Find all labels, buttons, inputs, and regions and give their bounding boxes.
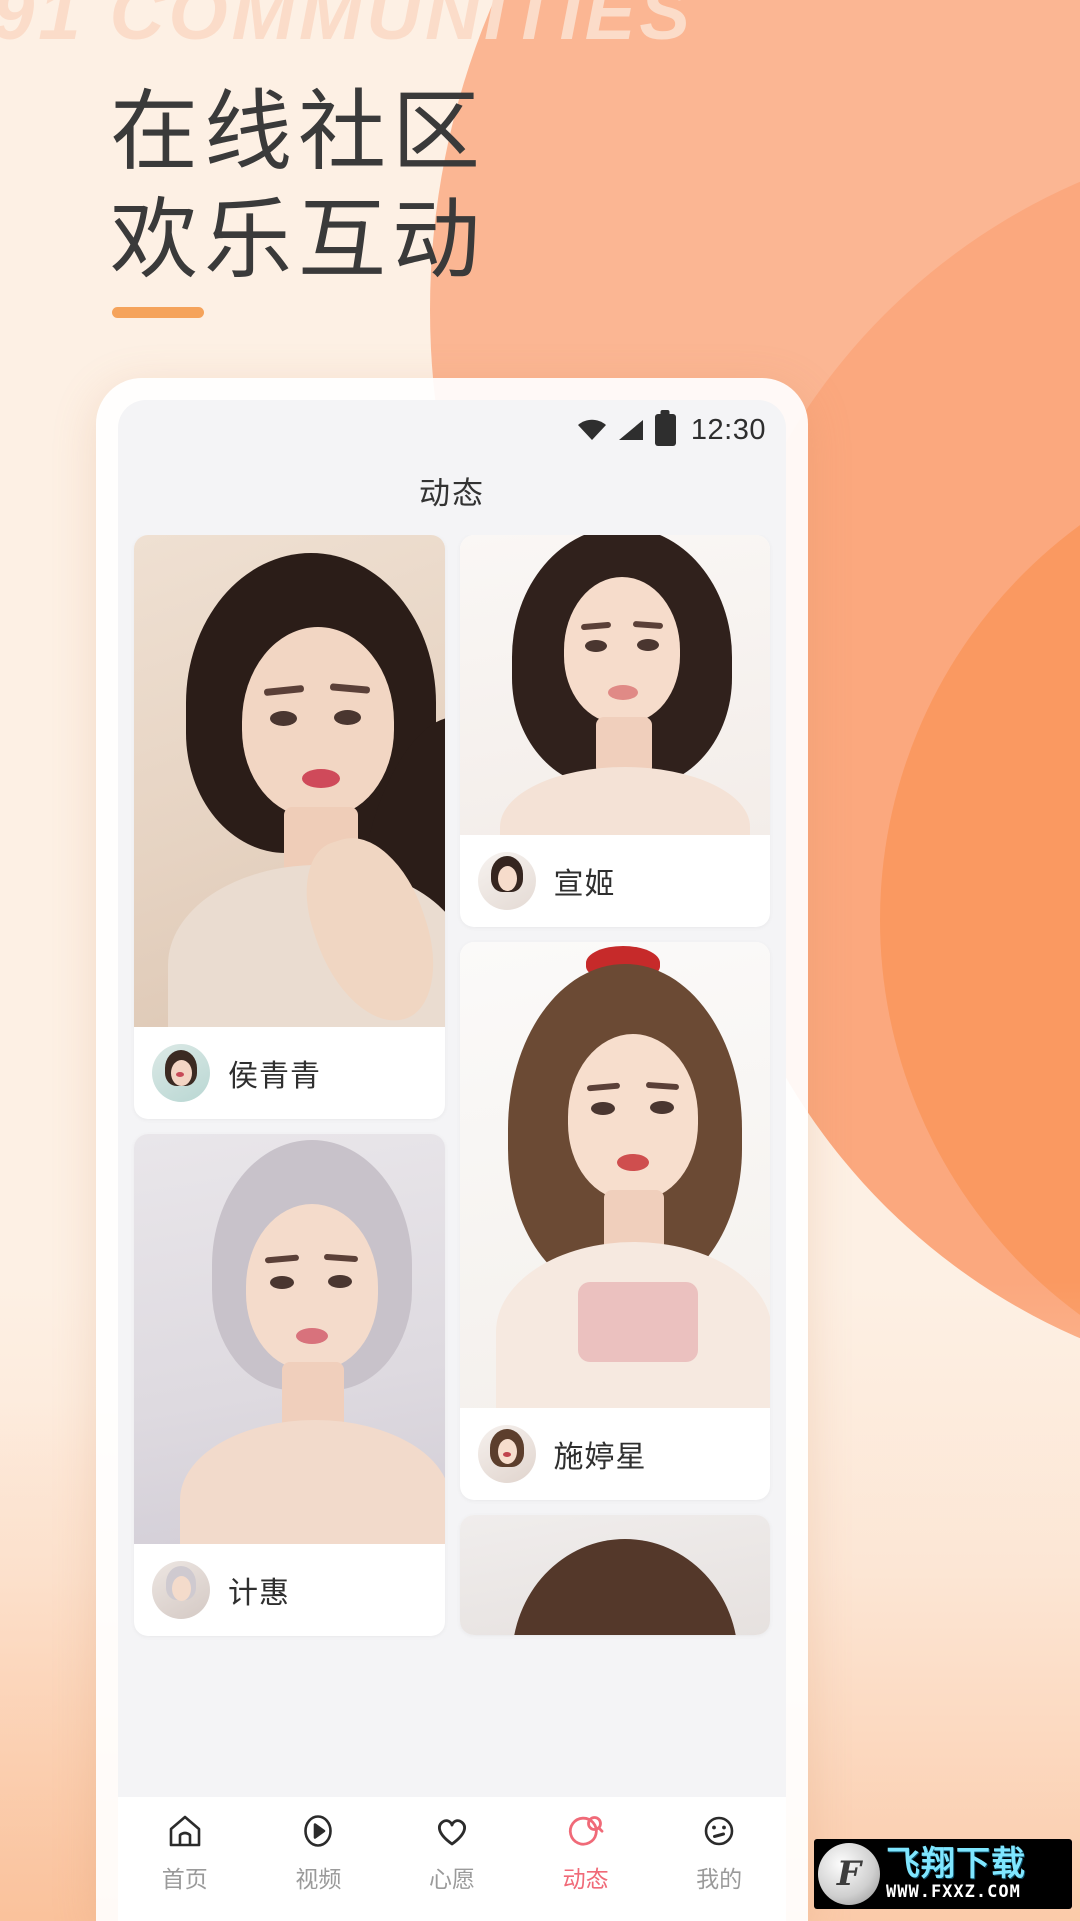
feed-column-right: 宣姬 施婷星 bbox=[459, 535, 771, 1835]
feed-card[interactable]: 施婷星 bbox=[459, 942, 771, 1500]
background-watermark-text: 91 COMMUNITIES bbox=[0, 0, 695, 56]
feed-card-footer[interactable]: 计惠 bbox=[134, 1544, 445, 1636]
site-watermark-text: 飞翔下载 WWW.FXXZ.COM bbox=[886, 1846, 1026, 1902]
nav-label-home: 首页 bbox=[161, 1867, 208, 1893]
post-photo[interactable] bbox=[459, 535, 770, 835]
home-icon bbox=[165, 1811, 205, 1851]
headline-underline bbox=[112, 307, 204, 318]
feed-card-username: 侯青青 bbox=[228, 1059, 321, 1094]
nav-item-feed[interactable]: 动态 bbox=[519, 1811, 653, 1894]
profile-icon bbox=[699, 1811, 739, 1851]
feed-card-footer[interactable]: 宣姬 bbox=[460, 835, 771, 927]
feed-icon bbox=[566, 1811, 606, 1851]
heart-icon bbox=[432, 1811, 472, 1851]
nav-item-wish[interactable]: 心愿 bbox=[385, 1811, 519, 1894]
post-photo[interactable] bbox=[134, 535, 445, 1027]
headline-line-2: 欢乐互动 bbox=[110, 188, 487, 291]
nav-item-home[interactable]: 首页 bbox=[118, 1811, 252, 1894]
post-photo[interactable] bbox=[459, 1515, 770, 1635]
feed-card-username: 计惠 bbox=[228, 1576, 290, 1611]
phone-mockup: 12:30 动态 侯青青 计惠 宣姬 施婷星 首页 视频 心愿 动态 我的 bbox=[96, 378, 808, 1921]
feed-card[interactable] bbox=[459, 1515, 770, 1635]
site-watermark: F 飞翔下载 WWW.FXXZ.COM bbox=[814, 1839, 1072, 1909]
page-title: 动态 bbox=[419, 476, 485, 512]
status-bar: 12:30 bbox=[118, 400, 786, 454]
feed-card[interactable]: 侯青青 bbox=[134, 535, 445, 1119]
site-watermark-name: 飞翔下载 bbox=[886, 1844, 1026, 1884]
avatar-image[interactable] bbox=[477, 1425, 536, 1483]
feed-card-footer[interactable]: 施婷星 bbox=[460, 1408, 771, 1500]
post-photo[interactable] bbox=[459, 942, 770, 1408]
nav-item-video[interactable]: 视频 bbox=[252, 1811, 386, 1894]
feed-card[interactable]: 计惠 bbox=[134, 1134, 445, 1636]
avatar-image[interactable] bbox=[477, 852, 536, 910]
site-watermark-url: WWW.FXXZ.COM bbox=[886, 1882, 1021, 1902]
phone-screen: 12:30 动态 侯青青 计惠 宣姬 施婷星 首页 视频 心愿 动态 我的 bbox=[118, 400, 786, 1921]
nav-item-profile[interactable]: 我的 bbox=[652, 1811, 786, 1894]
feed-card-footer[interactable]: 侯青青 bbox=[134, 1027, 445, 1119]
wifi-icon bbox=[577, 419, 607, 441]
headline-line-1: 在线社区 bbox=[110, 80, 487, 183]
avatar-image[interactable] bbox=[152, 1044, 210, 1102]
feed-card[interactable]: 宣姬 bbox=[459, 535, 771, 927]
avatar-image[interactable] bbox=[152, 1561, 210, 1619]
post-photo[interactable] bbox=[134, 1134, 445, 1544]
video-icon bbox=[298, 1811, 338, 1851]
site-watermark-logo: F bbox=[818, 1843, 880, 1905]
cellular-signal-icon bbox=[618, 419, 644, 441]
feed-grid: 侯青青 计惠 宣姬 施婷星 bbox=[118, 535, 786, 1835]
nav-label-wish: 心愿 bbox=[428, 1867, 475, 1893]
nav-label-profile: 我的 bbox=[696, 1867, 743, 1893]
battery-icon bbox=[654, 414, 676, 446]
status-bar-time: 12:30 bbox=[690, 413, 766, 446]
nav-label-feed: 动态 bbox=[562, 1867, 609, 1893]
headline: 在线社区 欢乐互动 bbox=[110, 78, 486, 294]
bottom-navigation: 首页 视频 心愿 动态 我的 bbox=[118, 1797, 786, 1921]
feed-card-username: 宣姬 bbox=[553, 867, 616, 902]
feed-column-left: 侯青青 计惠 bbox=[134, 535, 445, 1835]
site-watermark-logo-letter: F bbox=[836, 1854, 862, 1894]
nav-label-video: 视频 bbox=[295, 1867, 342, 1893]
feed-card-username: 施婷星 bbox=[553, 1440, 647, 1475]
